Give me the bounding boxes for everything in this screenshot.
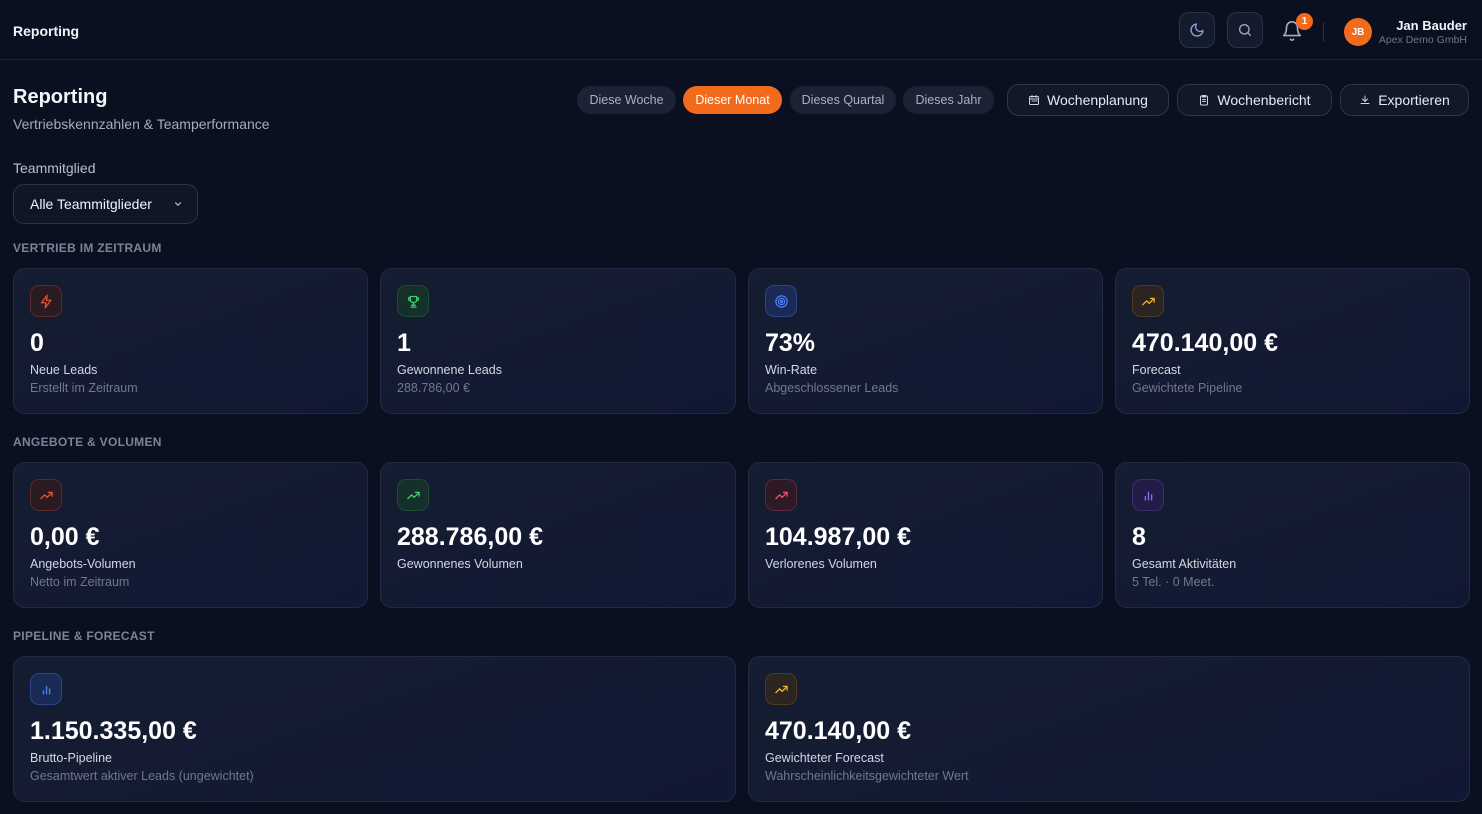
- team-member-select[interactable]: Alle Teammitglieder: [13, 184, 198, 224]
- period-tab-year[interactable]: Dieses Jahr: [903, 86, 994, 114]
- kpi-value: 73%: [765, 329, 816, 357]
- trend-up-icon: [397, 479, 429, 511]
- header-divider: [1323, 22, 1324, 42]
- kpi-card-win-rate: 73% Win-Rate Abgeschlossener Leads: [748, 268, 1103, 414]
- export-button[interactable]: Exportieren: [1340, 84, 1469, 116]
- kpi-label: Gewonnenes Volumen: [397, 557, 523, 571]
- kpi-value: 104.987,00 €: [765, 523, 911, 551]
- kpi-label: Gesamt Aktivitäten: [1132, 557, 1237, 571]
- kpi-card-gross-pipeline: 1.150.335,00 € Brutto-Pipeline Gesamtwer…: [13, 656, 736, 802]
- kpi-label: Gewichteter Forecast: [765, 751, 884, 765]
- trend-up-icon: [1132, 285, 1164, 317]
- bolt-icon: [30, 285, 62, 317]
- notification-badge: 1: [1296, 13, 1313, 30]
- kpi-subtext: Gesamtwert aktiver Leads (ungewichtet): [30, 769, 254, 783]
- kpi-label: Forecast: [1132, 363, 1181, 377]
- kpi-value: 288.786,00 €: [397, 523, 543, 551]
- period-tab-month[interactable]: Dieser Monat: [683, 86, 782, 114]
- download-icon: [1360, 95, 1370, 104]
- kpi-subtext: Netto im Zeitraum: [30, 575, 130, 589]
- user-name[interactable]: Jan Bauder: [1396, 18, 1467, 33]
- weekly-report-label: Wochenbericht: [1217, 92, 1311, 108]
- section-offers-heading: ANGEBOTE & VOLUMEN: [13, 435, 162, 449]
- search-button[interactable]: [1227, 12, 1263, 48]
- export-label: Exportieren: [1378, 92, 1450, 108]
- trend-up-icon: [765, 673, 797, 705]
- bar-chart-icon: [30, 673, 62, 705]
- trend-up-icon: [765, 479, 797, 511]
- kpi-subtext: Abgeschlossener Leads: [765, 381, 899, 395]
- moon-icon: [1190, 23, 1204, 37]
- kpi-label: Win-Rate: [765, 363, 818, 377]
- kpi-card-new-leads: 0 Neue Leads Erstellt im Zeitraum: [13, 268, 368, 414]
- weekly-report-button[interactable]: Wochenbericht: [1177, 84, 1332, 116]
- kpi-subtext: Wahrscheinlichkeitsgewichteter Wert: [765, 769, 969, 783]
- search-icon: [1239, 24, 1251, 36]
- kpi-subtext: 5 Tel. · 0 Meet.: [1132, 575, 1215, 589]
- kpi-card-offer-volume: 0,00 € Angebots-Volumen Netto im Zeitrau…: [13, 462, 368, 608]
- kpi-label: Brutto-Pipeline: [30, 751, 112, 765]
- user-organization: Apex Demo GmbH: [1378, 34, 1467, 46]
- target-icon: [765, 285, 797, 317]
- trophy-icon: [397, 285, 429, 317]
- chevron-down-icon: [174, 202, 182, 206]
- kpi-subtext: Gewichtete Pipeline: [1132, 381, 1243, 395]
- kpi-value: 470.140,00 €: [765, 717, 911, 745]
- app-title: Reporting: [13, 23, 80, 39]
- period-tab-quarter[interactable]: Dieses Quartal: [790, 86, 896, 114]
- clipboard-icon: [1200, 95, 1209, 106]
- kpi-value: 0: [30, 329, 44, 357]
- kpi-card-weighted-forecast: 470.140,00 € Gewichteter Forecast Wahrsc…: [748, 656, 1470, 802]
- kpi-subtext: Erstellt im Zeitraum: [30, 381, 138, 395]
- kpi-value: 1: [397, 329, 411, 357]
- kpi-value: 1.150.335,00 €: [30, 717, 197, 745]
- section-sales-heading: VERTRIEB IM ZEITRAUM: [13, 241, 162, 255]
- calendar-icon: [1029, 95, 1040, 105]
- kpi-card-won-volume: 288.786,00 € Gewonnenes Volumen: [380, 462, 736, 608]
- page-subtitle: Vertriebskennzahlen & Teamperformance: [13, 116, 270, 132]
- page-title: Reporting: [13, 86, 108, 108]
- kpi-label: Gewonnene Leads: [397, 363, 502, 377]
- section-pipeline-heading: PIPELINE & FORECAST: [13, 629, 155, 643]
- kpi-value: 0,00 €: [30, 523, 100, 551]
- kpi-value: 8: [1132, 523, 1146, 551]
- kpi-label: Verlorenes Volumen: [765, 557, 877, 571]
- kpi-card-lost-volume: 104.987,00 € Verlorenes Volumen: [748, 462, 1103, 608]
- period-tab-week[interactable]: Diese Woche: [577, 86, 676, 114]
- theme-toggle-button[interactable]: [1179, 12, 1215, 48]
- kpi-label: Neue Leads: [30, 363, 98, 377]
- avatar[interactable]: JB: [1344, 18, 1372, 46]
- kpi-value: 470.140,00 €: [1132, 329, 1278, 357]
- kpi-card-forecast: 470.140,00 € Forecast Gewichtete Pipelin…: [1115, 268, 1470, 414]
- team-member-label: Teammitglied: [13, 160, 96, 176]
- team-member-value: Alle Teammitglieder: [30, 196, 152, 212]
- weekly-planning-button[interactable]: Wochenplanung: [1007, 84, 1169, 116]
- weekly-planning-label: Wochenplanung: [1047, 92, 1148, 108]
- bar-chart-icon: [1132, 479, 1164, 511]
- kpi-card-won-leads: 1 Gewonnene Leads 288.786,00 €: [380, 268, 736, 414]
- top-bar: Reporting 1 JB Jan Bauder Apex Demo GmbH: [0, 0, 1482, 60]
- kpi-card-activities: 8 Gesamt Aktivitäten 5 Tel. · 0 Meet.: [1115, 462, 1470, 608]
- kpi-label: Angebots-Volumen: [30, 557, 136, 571]
- trend-up-icon: [30, 479, 62, 511]
- kpi-subtext: 288.786,00 €: [397, 381, 470, 395]
